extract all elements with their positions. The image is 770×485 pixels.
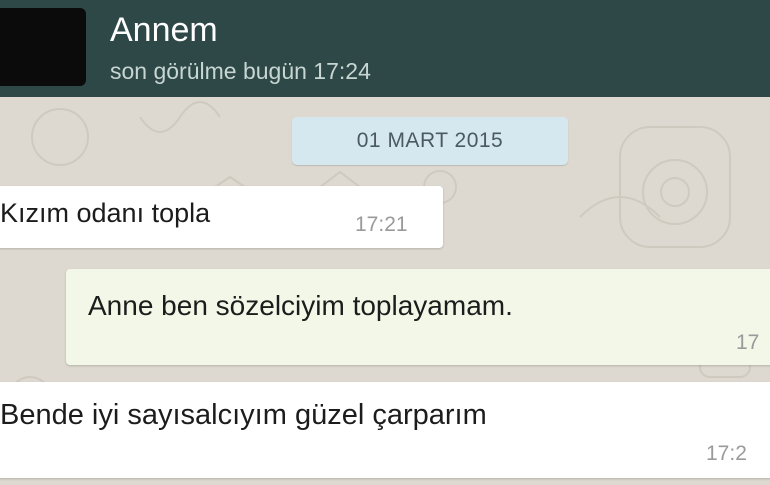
message-text: Kızım odanı topla xyxy=(0,198,211,228)
message-time: 17:2 xyxy=(706,442,747,465)
message-text: Anne ben sözelciyim toplayamam. xyxy=(88,290,513,321)
message-bubble-incoming[interactable]: Kızım odanı topla 17:21 xyxy=(0,186,443,248)
chat-header: Annem son görülme bugün 17:24 xyxy=(0,0,770,97)
date-chip: 01 MART 2015 xyxy=(292,117,568,165)
message-bubble-incoming[interactable]: Bende iyi sayısalcıyım güzel çarparım 17… xyxy=(0,382,770,478)
last-seen-status: son görülme bugün 17:24 xyxy=(110,58,371,84)
message-bubble-outgoing[interactable]: Anne ben sözelciyim toplayamam. 17 xyxy=(66,269,770,365)
message-time: 17:21 xyxy=(355,213,408,236)
contact-name[interactable]: Annem xyxy=(110,8,218,52)
message-time: 17 xyxy=(736,331,760,354)
message-text: Bende iyi sayısalcıyım güzel çarparım xyxy=(0,399,487,431)
chat-area[interactable]: 01 MART 2015 Kızım odanı topla 17:21 Ann… xyxy=(0,97,770,485)
contact-avatar[interactable] xyxy=(0,8,86,86)
